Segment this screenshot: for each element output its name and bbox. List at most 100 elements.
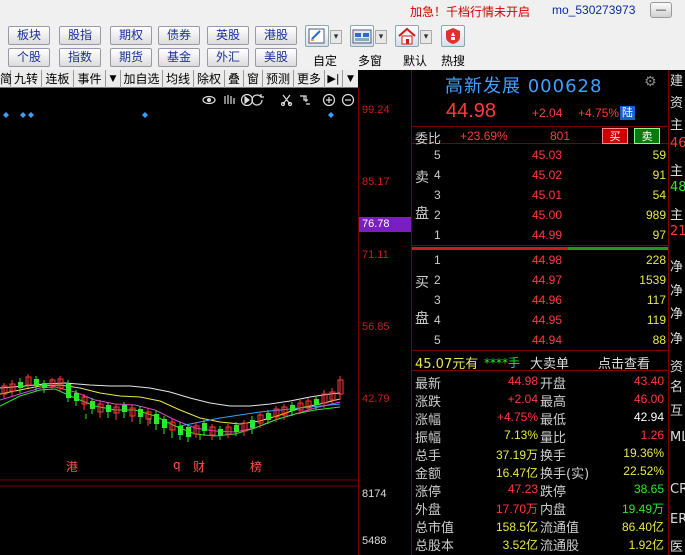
- bid-side-label: 买: [415, 275, 429, 291]
- stock-title[interactable]: 高新发展 000628: [445, 72, 602, 98]
- stats-row: 振幅 7.13% 量比 1.26: [412, 426, 668, 446]
- ask-volume: 91: [652, 168, 666, 182]
- market-button-us-stocks[interactable]: 美股: [255, 48, 297, 67]
- tab-overlay[interactable]: 叠: [225, 70, 244, 88]
- stat-value: 17.70万: [495, 502, 538, 516]
- bid-row[interactable]: 1 44.98 228: [434, 250, 668, 270]
- stat-value: +4.75%: [496, 410, 538, 424]
- stats-row: 总市值 158.5亿 流通值 86.40亿: [412, 516, 668, 536]
- ask-row[interactable]: 4 45.02 91: [434, 165, 668, 185]
- bid-price: 44.94: [531, 333, 562, 347]
- ask-row[interactable]: 5 45.03 59: [434, 145, 668, 165]
- stat-value: 1.26: [640, 428, 664, 442]
- stat-value: 37.19万: [495, 448, 538, 462]
- bid-price: 44.97: [531, 273, 562, 287]
- side-panel-text: 主: [670, 118, 684, 133]
- chevron-down-icon[interactable]: ▾: [420, 30, 432, 44]
- multi-window-tool-label: 多窗: [357, 54, 382, 68]
- event-finance[interactable]: 财: [193, 458, 205, 475]
- bid-row[interactable]: 4 44.95 119: [434, 310, 668, 330]
- stats-row: 涨跌 +2.04 最高 46.00: [412, 390, 668, 410]
- side-panel-text: 21: [670, 224, 685, 239]
- side-panel-text: 主: [670, 164, 684, 179]
- hot-search-tool-label: 热搜: [440, 54, 465, 68]
- kline-chart[interactable]: 港 q 财 榜: [0, 88, 410, 555]
- ask-row[interactable]: 1 44.99 97: [434, 225, 668, 245]
- buy-button[interactable]: 买: [602, 128, 628, 144]
- event-rank[interactable]: 榜: [250, 458, 262, 475]
- market-button-forex[interactable]: 外汇: [207, 48, 249, 67]
- ask-volume: 59: [652, 148, 666, 162]
- tab-ex-rights[interactable]: 除权: [194, 70, 225, 88]
- stat-label: 总股本: [415, 539, 455, 554]
- market-button-sector[interactable]: 板块: [8, 26, 50, 45]
- tab-events[interactable]: 事件: [74, 70, 106, 88]
- price-axis-line: [358, 88, 359, 555]
- market-button-funds[interactable]: 基金: [158, 48, 200, 67]
- chevron-down-icon[interactable]: ▾: [330, 30, 342, 44]
- market-button-index[interactable]: 指数: [59, 48, 101, 67]
- bid-row[interactable]: 3 44.96 117: [434, 290, 668, 310]
- notice-text[interactable]: 加急！千档行情未开启: [410, 3, 530, 20]
- sell-button[interactable]: 卖: [634, 128, 660, 144]
- market-button-uk-stocks[interactable]: 英股: [207, 26, 249, 45]
- tab-limit-up-streak[interactable]: 连板: [42, 70, 74, 88]
- user-id: mo_530273973: [552, 3, 636, 17]
- expand-icon[interactable]: ▶|: [325, 70, 343, 88]
- ask-price: 45.01: [531, 188, 562, 202]
- side-panel-text: 48: [670, 180, 685, 195]
- ask-level: 3: [434, 188, 441, 202]
- tab-forecast[interactable]: 预测: [263, 70, 294, 88]
- side-panel-text: 资: [670, 96, 684, 111]
- ask-row[interactable]: 2 45.00 989: [434, 205, 668, 225]
- stat-value: 47.23: [507, 482, 538, 496]
- multi-window-icon: [350, 25, 374, 47]
- side-panel-text: 资: [670, 360, 684, 375]
- stat-value: 46.00: [633, 392, 664, 406]
- chevron-down-icon[interactable]: ▾: [375, 30, 387, 44]
- event-hk[interactable]: 港: [66, 458, 78, 475]
- ask-level: 4: [434, 168, 441, 182]
- event-q[interactable]: q: [173, 458, 181, 472]
- stats-row: 外盘 17.70万 内盘 19.49万: [412, 498, 668, 518]
- stat-value: 16.47亿: [495, 466, 538, 480]
- stat-value: 86.40亿: [621, 520, 664, 534]
- ask-row[interactable]: 3 45.01 54: [434, 185, 668, 205]
- tab-add-watchlist[interactable]: 加自选: [121, 70, 163, 88]
- price-change-percent: +4.75%: [578, 106, 620, 120]
- big-order-title: 大卖单: [530, 357, 570, 372]
- tab-window[interactable]: 窗: [244, 70, 263, 88]
- bid-level: 4: [434, 313, 441, 327]
- market-button-hk-stocks[interactable]: 港股: [255, 26, 297, 45]
- bid-row[interactable]: 5 44.94 88: [434, 330, 668, 350]
- side-panel-text: 净: [670, 332, 684, 347]
- quote-panel: 高新发展 000628 ⚙ 44.98 +2.04 +4.75% 陆 委比 +2…: [411, 70, 668, 555]
- ask-price: 45.03: [531, 148, 562, 162]
- minimize-button[interactable]: —: [650, 2, 672, 18]
- y-tick-label: 42.79: [362, 393, 390, 405]
- tab-more[interactable]: 更多: [294, 70, 325, 88]
- side-panel-text: 名: [670, 380, 684, 395]
- market-button-futures[interactable]: 期货: [110, 48, 152, 67]
- bid-level: 3: [434, 293, 441, 307]
- ask-volume: 97: [652, 228, 666, 242]
- big-order-link[interactable]: 点击查看: [598, 353, 650, 372]
- stat-label: 流通股: [540, 539, 580, 554]
- tab-simple[interactable]: 简: [0, 70, 12, 88]
- market-button-stocks[interactable]: 个股: [8, 48, 50, 67]
- market-button-stock-index[interactable]: 股指: [59, 26, 101, 45]
- y-tick-label: 85.17: [362, 176, 390, 188]
- home-icon: [395, 25, 419, 47]
- tab-moving-average[interactable]: 均线: [163, 70, 194, 88]
- bid-row[interactable]: 2 44.97 1539: [434, 270, 668, 290]
- market-badge: 陆: [620, 106, 635, 120]
- tab-nine-turn[interactable]: 九转: [11, 70, 42, 88]
- big-order-row[interactable]: 45.07元有 ****手 大卖单 点击查看: [412, 351, 668, 372]
- gear-icon[interactable]: ⚙: [644, 74, 657, 90]
- market-button-options[interactable]: 期权: [110, 26, 152, 45]
- market-button-bonds[interactable]: 债券: [158, 26, 200, 45]
- stats-row: 金额 16.47亿 换手(实) 22.52%: [412, 462, 668, 482]
- chevron-down-icon[interactable]: ▼: [106, 70, 121, 88]
- chevron-down-icon[interactable]: ▼: [343, 70, 358, 88]
- order-ratio-value: +23.69%: [460, 129, 508, 143]
